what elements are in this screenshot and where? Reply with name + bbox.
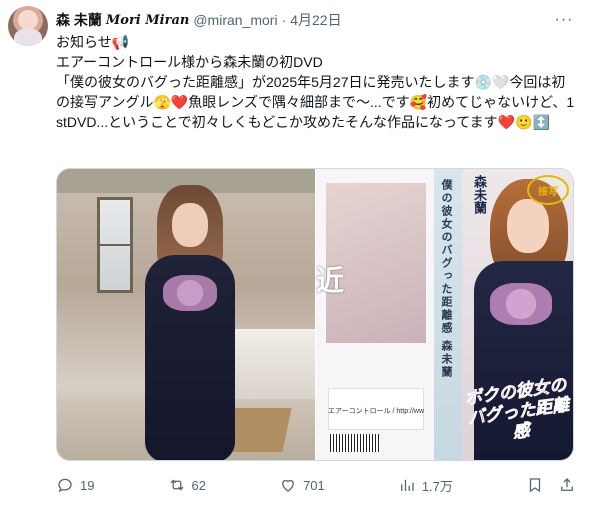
dvd-back-cover: 近 エアーコントロール / http://www.i-dol.tv/	[316, 169, 434, 460]
user-handle[interactable]: @miran_mori	[193, 12, 277, 28]
views-button[interactable]: 1.7万	[398, 476, 453, 495]
heart-icon	[282, 479, 294, 492]
back-cover-url: エアーコントロール / http://www.i-dol.tv/	[328, 408, 424, 415]
photo-room-portrait[interactable]	[57, 169, 315, 460]
reply-icon	[58, 478, 72, 493]
lace-top	[163, 275, 217, 311]
like-button[interactable]: 701	[279, 476, 325, 494]
reply-count: 19	[80, 477, 95, 493]
like-count: 701	[303, 477, 325, 493]
retweet-button[interactable]: 62	[168, 476, 206, 494]
window	[97, 197, 133, 293]
bookmark-button[interactable]	[526, 476, 544, 494]
avatar[interactable]	[8, 6, 48, 46]
bookmark-icon	[529, 478, 541, 493]
dvd-front-cover: 森未蘭 接写 ボクの彼女のバグった距離感	[462, 169, 573, 460]
separator-dot: ·	[281, 12, 287, 28]
share-button[interactable]	[558, 476, 576, 494]
cover-name: 森未蘭	[472, 175, 487, 214]
spine-title: 僕の彼女のバグった距離感 森未蘭	[440, 179, 452, 380]
tweet-date[interactable]: 4月22日	[290, 10, 341, 30]
display-name[interactable]: 森 未蘭	[56, 10, 102, 30]
share-icon	[561, 478, 573, 491]
retweet-count: 62	[191, 477, 206, 493]
barcode	[330, 434, 380, 452]
photo-dvd-cover[interactable]: 近 エアーコントロール / http://www.i-dol.tv/ 僕の彼女の…	[315, 169, 573, 460]
cover-face	[507, 199, 549, 253]
tweet-text: お知らせ📢 エアーコントロール様から森未蘭の初DVD 「僕の彼女のバグった距離感…	[56, 34, 575, 130]
face	[172, 203, 208, 247]
retweet-icon	[170, 479, 183, 491]
views-count: 1.7万	[421, 478, 453, 494]
action-bar: 19 62 701 1.7万	[56, 474, 576, 496]
cover-badge: 接写	[527, 175, 569, 205]
media-grid: 近 エアーコントロール / http://www.i-dol.tv/ 僕の彼女の…	[56, 168, 574, 461]
cover-lace-top	[490, 283, 552, 325]
display-name-latin[interactable]: Mori Miran	[106, 13, 189, 28]
tweet: 森 未蘭 Mori Miran @miran_mori · 4月22日 ··· …	[0, 0, 589, 506]
views-bar-chart-icon	[400, 479, 414, 491]
reply-button[interactable]: 19	[56, 476, 94, 494]
tweet-header: 森 未蘭 Mori Miran @miran_mori · 4月22日	[56, 10, 342, 30]
back-cover-big-text: 近	[316, 265, 345, 296]
dvd-spine: 僕の彼女のバグった距離感 森未蘭	[434, 169, 462, 460]
more-options-button[interactable]: ···	[553, 10, 575, 30]
person-figure	[135, 185, 245, 460]
secondary-actions	[526, 476, 576, 494]
